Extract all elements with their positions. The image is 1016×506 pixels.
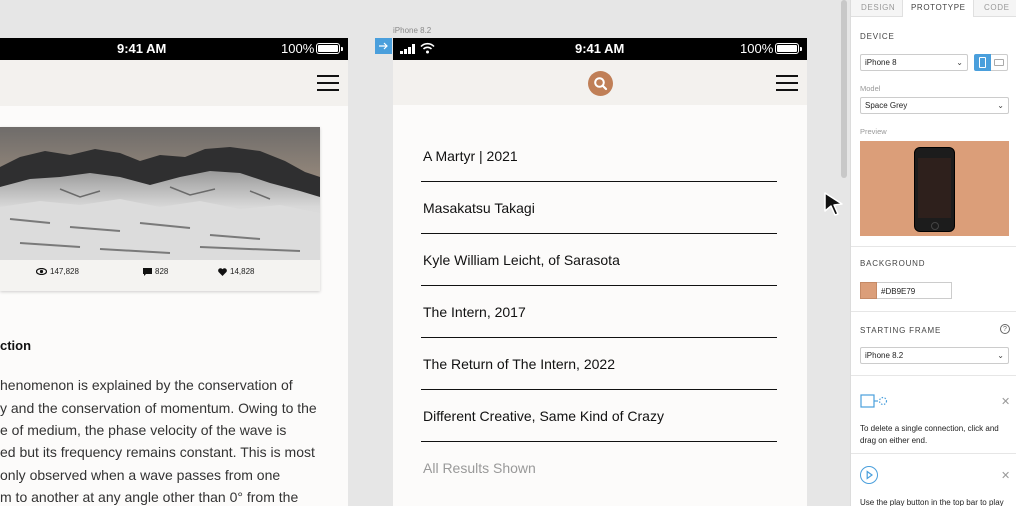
connection-icon: [860, 393, 888, 409]
search-result-item[interactable]: The Intern, 2017: [421, 286, 777, 338]
chevron-down-icon: ⌄: [997, 351, 1004, 360]
nav-bar: [0, 60, 348, 106]
preview-label: Preview: [860, 127, 887, 136]
close-icon[interactable]: ✕: [1001, 395, 1010, 408]
portrait-toggle[interactable]: [974, 54, 991, 71]
phone-portrait-icon: [979, 57, 986, 68]
search-result-item[interactable]: The Return of The Intern, 2022: [421, 338, 777, 390]
starting-frame-select[interactable]: iPhone 8.2 ⌄: [860, 347, 1009, 364]
body-text-line: henomenon is explained by the conservati…: [0, 377, 293, 393]
artboard-search-results[interactable]: 9:41 AM 100% A Martyr | 2021 Masakatsu T…: [393, 38, 807, 506]
body-text-line: e of medium, the phase velocity of the w…: [0, 422, 287, 438]
battery-percent: 100%: [740, 41, 774, 56]
close-icon[interactable]: ✕: [1001, 469, 1010, 482]
inspector-panel: DESIGN PROTOTYPE CODE DEVICE iPhone 8 ⌄ …: [850, 0, 1016, 506]
artboard-label[interactable]: iPhone 8.2: [393, 26, 431, 35]
play-hint: Use the play button in the top bar to pl…: [860, 498, 1004, 506]
background-heading: BACKGROUND: [860, 259, 926, 268]
search-button[interactable]: [588, 71, 613, 96]
signal-icon: [400, 44, 416, 54]
phone-landscape-icon: [994, 59, 1004, 66]
menu-icon[interactable]: [776, 75, 798, 91]
tab-design[interactable]: DESIGN: [861, 3, 895, 12]
search-result-item[interactable]: Masakatsu Takagi: [421, 182, 777, 234]
background-hex-input[interactable]: #DB9E79: [877, 282, 952, 299]
device-heading: DEVICE: [860, 32, 895, 41]
chevron-down-icon: ⌄: [997, 101, 1004, 110]
body-text-line: only observed when a wave passes from on…: [0, 467, 281, 483]
search-result-item[interactable]: A Martyr | 2021: [421, 130, 777, 182]
all-results-shown: All Results Shown: [423, 460, 536, 476]
section-title: ction: [0, 338, 32, 353]
views-stat: 147,828: [36, 267, 79, 276]
status-bar: 9:41 AM 100%: [393, 38, 807, 60]
status-time: 9:41 AM: [117, 41, 167, 56]
help-icon[interactable]: ?: [1000, 324, 1010, 334]
heart-icon: [218, 267, 227, 276]
landscape-toggle[interactable]: [991, 54, 1008, 71]
device-select[interactable]: iPhone 8 ⌄: [860, 54, 968, 71]
device-preview: [860, 141, 1009, 236]
battery-icon: [316, 43, 343, 54]
background-color-swatch[interactable]: [860, 282, 877, 299]
tab-prototype[interactable]: PROTOTYPE: [911, 3, 966, 12]
body-text-line: ed but its frequency remains constant. T…: [0, 444, 315, 460]
cursor-arrow-icon: [823, 191, 845, 217]
battery-icon: [775, 43, 802, 54]
starting-frame-heading: STARTING FRAME: [860, 326, 942, 335]
artboard-article[interactable]: 9:41 AM 100% 147,828 828 14,828 ction he…: [0, 38, 348, 506]
comments-stat: 828: [143, 267, 168, 276]
connection-hint: To delete a single connection, click and…: [860, 424, 999, 445]
search-result-item[interactable]: Different Creative, Same Kind of Crazy: [421, 390, 777, 442]
status-bar: 9:41 AM 100%: [0, 38, 348, 60]
model-label: Model: [860, 84, 881, 93]
nav-bar: [393, 60, 807, 105]
search-result-item[interactable]: Kyle William Leicht, of Sarasota: [421, 234, 777, 286]
chevron-down-icon: ⌄: [956, 58, 963, 67]
phone-mockup: [914, 147, 955, 232]
battery-percent: 100%: [281, 41, 315, 56]
eye-icon: [36, 268, 47, 275]
body-text-line: y and the conservation of momentum. Owin…: [0, 400, 317, 416]
wifi-icon: [420, 42, 435, 54]
article-card[interactable]: 147,828 828 14,828: [0, 127, 320, 291]
comment-icon: [143, 267, 152, 276]
tab-code[interactable]: CODE: [984, 3, 1010, 12]
status-time: 9:41 AM: [575, 41, 625, 56]
panel-tabs: DESIGN PROTOTYPE CODE: [851, 0, 1016, 17]
canvas-scrollbar[interactable]: [841, 0, 847, 178]
menu-icon[interactable]: [317, 75, 339, 91]
likes-stat: 14,828: [218, 267, 254, 276]
mountain-photo: [0, 127, 320, 260]
model-select[interactable]: Space Grey ⌄: [860, 97, 1009, 114]
body-text-line: m to another at any angle other than 0° …: [0, 489, 299, 505]
starting-frame-arrow-icon[interactable]: [375, 38, 392, 54]
search-icon: [593, 76, 608, 91]
play-icon[interactable]: [860, 466, 878, 484]
